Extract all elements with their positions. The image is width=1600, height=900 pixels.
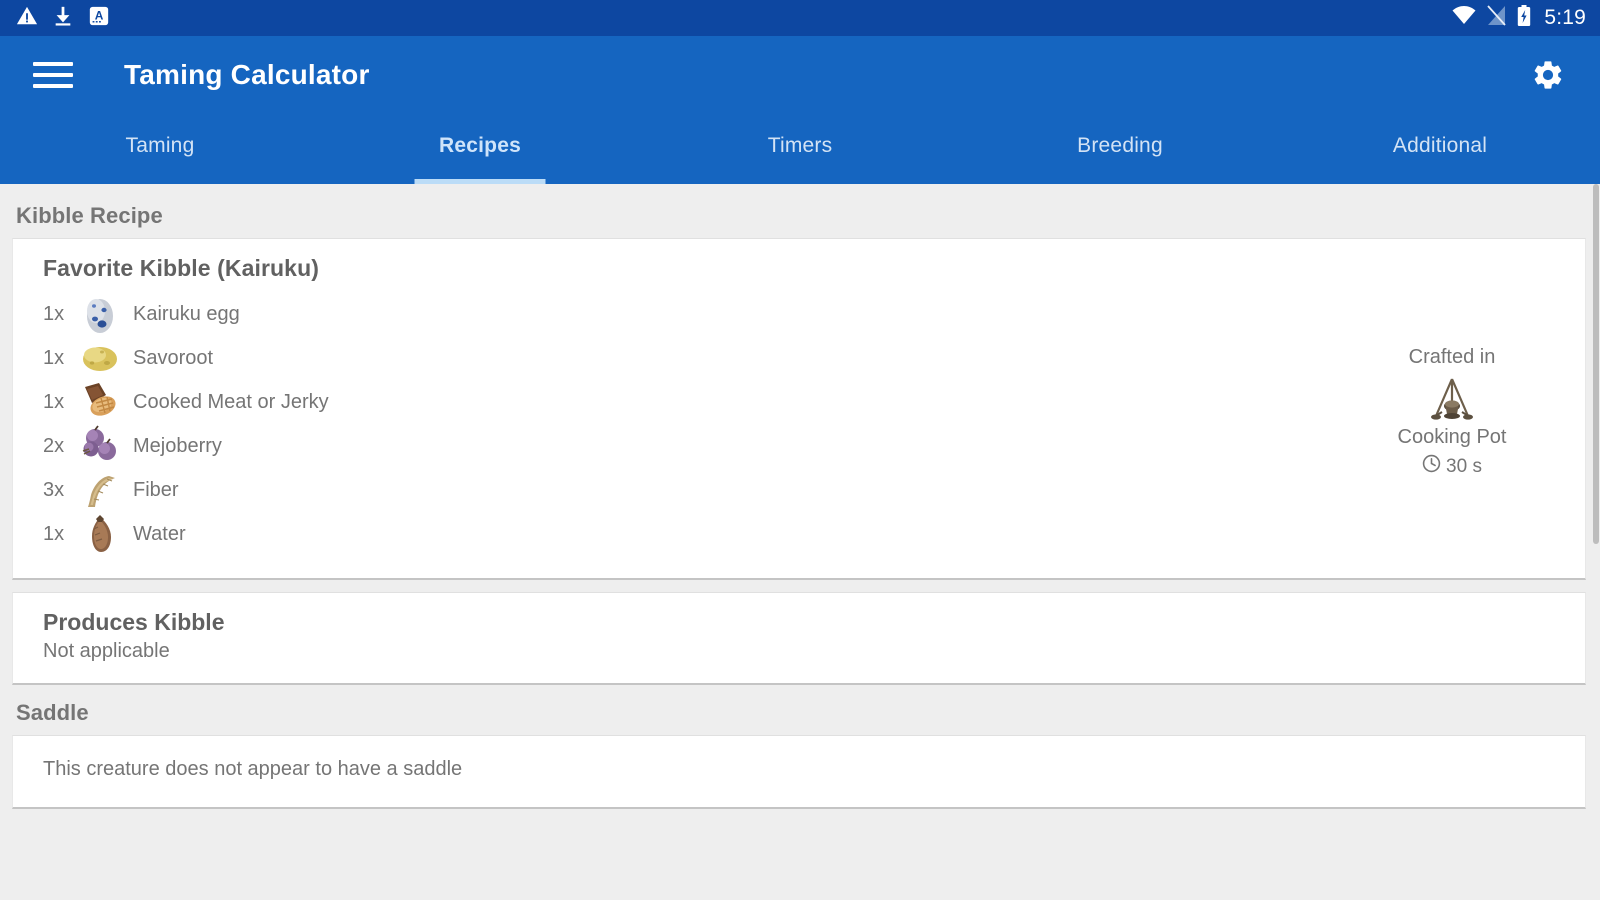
- tab-label: Taming: [126, 134, 195, 158]
- status-bar-clock: 5:19: [1544, 6, 1586, 30]
- list-item: 2x: [31, 424, 1337, 468]
- tab-bar: Taming Recipes Timers Breeding Additiona…: [0, 114, 1600, 184]
- tab-recipes[interactable]: Recipes: [320, 114, 640, 184]
- tab-label: Recipes: [439, 134, 521, 158]
- crafted-in-station: Cooking Pot: [1337, 426, 1567, 449]
- produces-kibble-card: Produces Kibble Not applicable: [12, 592, 1586, 685]
- kairuku-egg-icon: [77, 293, 123, 335]
- ingredient-quantity: 3x: [43, 479, 77, 502]
- tab-label: Timers: [768, 134, 833, 158]
- page-title: Taming Calculator: [124, 59, 370, 91]
- tab-timers[interactable]: Timers: [640, 114, 960, 184]
- hamburger-menu-icon[interactable]: [30, 52, 76, 98]
- svg-text:A: A: [95, 8, 104, 22]
- cooking-pot-icon: [1337, 376, 1567, 422]
- tab-breeding[interactable]: Breeding: [960, 114, 1280, 184]
- ingredient-quantity: 1x: [43, 391, 77, 414]
- warning-triangle-icon: [16, 5, 38, 32]
- section-heading-kibble-recipe: Kibble Recipe: [0, 194, 1600, 238]
- mejoberry-icon: [77, 425, 123, 467]
- crafted-in-label: Crafted in: [1337, 345, 1567, 370]
- list-item: 3x Fiber: [31, 468, 1337, 512]
- scrollbar[interactable]: [1592, 184, 1600, 898]
- list-item: 1x Water: [31, 512, 1337, 556]
- craft-time: 30 s: [1337, 454, 1567, 479]
- ingredient-name: Water: [133, 523, 186, 546]
- water-icon: [77, 513, 123, 555]
- recipe-title: Favorite Kibble (Kairuku): [31, 255, 1337, 282]
- ingredient-quantity: 1x: [43, 523, 77, 546]
- wifi-icon: [1452, 6, 1476, 31]
- ingredient-quantity: 1x: [43, 347, 77, 370]
- fiber-icon: [77, 469, 123, 511]
- craft-time-value: 30 s: [1446, 456, 1482, 478]
- produces-kibble-value: Not applicable: [31, 640, 1567, 663]
- kibble-recipe-card: Favorite Kibble (Kairuku) 1x: [12, 238, 1586, 580]
- gear-icon[interactable]: [1524, 51, 1572, 99]
- no-sim-icon: [1487, 5, 1506, 31]
- saddle-card: This creature does not appear to have a …: [12, 735, 1586, 809]
- crafted-in-column: Crafted in Cooking Pot: [1337, 255, 1567, 479]
- savoroot-icon: [77, 337, 123, 379]
- saddle-text: This creature does not appear to have a …: [31, 758, 1567, 781]
- ingredient-name: Kairuku egg: [133, 303, 240, 326]
- tab-label: Breeding: [1077, 134, 1163, 158]
- tab-label: Additional: [1393, 134, 1487, 158]
- ingredient-name: Savoroot: [133, 347, 213, 370]
- scrollbar-thumb[interactable]: [1593, 184, 1599, 544]
- app-bar: Taming Calculator: [0, 36, 1600, 114]
- main-content: Kibble Recipe Favorite Kibble (Kairuku) …: [0, 184, 1600, 898]
- ingredient-quantity: 2x: [43, 435, 77, 458]
- section-heading-saddle: Saddle: [0, 691, 1600, 735]
- cooked-meat-icon: [77, 381, 123, 423]
- status-bar-notifications: A: [16, 5, 110, 32]
- card-gap: [0, 580, 1600, 592]
- tab-additional[interactable]: Additional: [1280, 114, 1600, 184]
- list-item: 1x Kairuku egg: [31, 292, 1337, 336]
- status-bar-system: 5:19: [1452, 5, 1586, 32]
- ingredient-list: 1x Kairuku egg: [31, 292, 1337, 556]
- list-item: 1x Cooked Meat or Jerky: [31, 380, 1337, 424]
- download-icon: [52, 5, 74, 32]
- status-bar: A 5:19: [0, 0, 1600, 36]
- clock-icon: [1422, 454, 1441, 479]
- ingredient-name: Mejoberry: [133, 435, 222, 458]
- produces-kibble-title: Produces Kibble: [31, 609, 1567, 636]
- keyboard-language-icon: A: [88, 5, 110, 32]
- battery-charging-icon: [1517, 5, 1531, 32]
- recipe-ingredients-column: Favorite Kibble (Kairuku) 1x: [31, 255, 1337, 556]
- ingredient-name: Cooked Meat or Jerky: [133, 391, 329, 414]
- tab-taming[interactable]: Taming: [0, 114, 320, 184]
- ingredient-quantity: 1x: [43, 303, 77, 326]
- list-item: 1x Savoroot: [31, 336, 1337, 380]
- ingredient-name: Fiber: [133, 479, 179, 502]
